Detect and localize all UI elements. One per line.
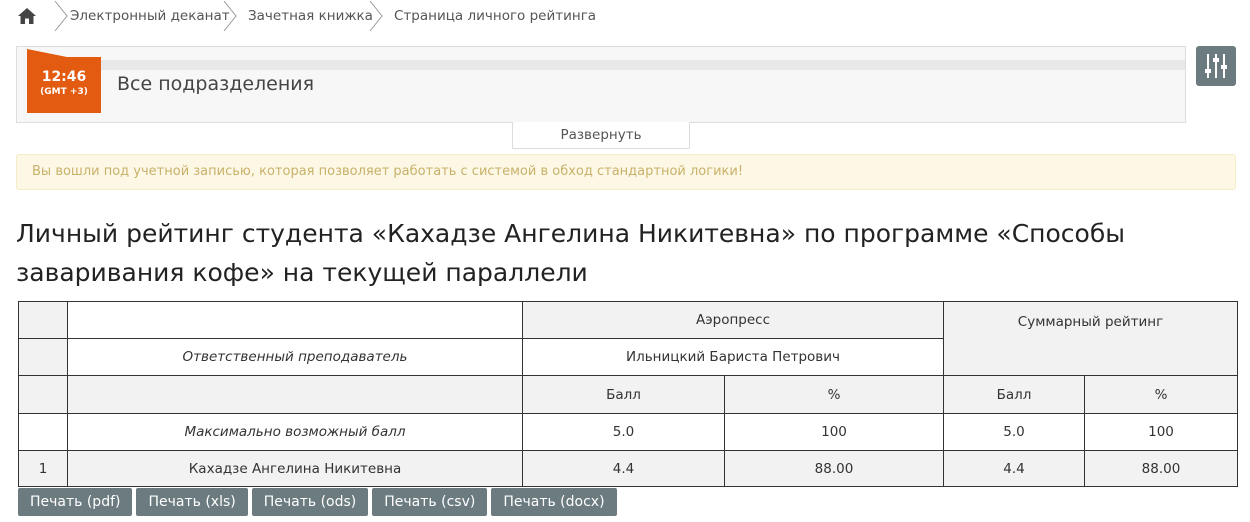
clock-badge: 12:46 (GMT +3) <box>27 49 101 113</box>
expand-button[interactable]: Развернуть <box>512 122 690 149</box>
breadcrumb-item-record-book[interactable]: Зачетная книжка <box>248 0 373 32</box>
print-ods-button[interactable]: Печать (ods) <box>251 488 369 516</box>
home-icon[interactable] <box>16 6 38 26</box>
teacher-name: Ильницкий Бариста Петрович <box>522 338 944 376</box>
breadcrumb-item-dean-office[interactable]: Электронный деканат <box>70 0 230 32</box>
table-corner-cell <box>18 301 68 339</box>
row-number: 1 <box>18 450 68 487</box>
table-empty-cell <box>18 338 68 376</box>
print-csv-button[interactable]: Печать (csv) <box>372 488 488 516</box>
print-xls-button[interactable]: Печать (xls) <box>136 488 248 516</box>
chevron-right-icon <box>54 0 68 32</box>
panel-title: Все подразделения <box>117 73 315 95</box>
clock-timezone: (GMT +3) <box>40 87 88 97</box>
student-name: Кахадзе Ангелина Никитевна <box>67 450 523 487</box>
col-score-header: Балл <box>522 375 725 414</box>
sliders-icon <box>1205 54 1227 78</box>
max-score: 5.0 <box>522 413 725 451</box>
max-total-percent: 100 <box>1084 413 1238 451</box>
breadcrumb-item-current: Страница личного рейтинга <box>394 8 597 24</box>
table-row: 1 Кахадзе Ангелина Никитевна 4.4 88.00 4… <box>18 450 1238 487</box>
student-total-score: 4.4 <box>943 450 1085 487</box>
total-rating-header: Суммарный рейтинг <box>943 301 1238 376</box>
table-empty-cell <box>18 413 68 451</box>
max-percent: 100 <box>724 413 944 451</box>
warning-alert: Вы вошли под учетной записью, которая по… <box>16 154 1236 190</box>
student-score: 4.4 <box>522 450 725 487</box>
print-docx-button[interactable]: Печать (docx) <box>491 488 617 516</box>
table-empty-cell <box>67 375 523 414</box>
col-total-percent-header: % <box>1084 375 1238 414</box>
panel-stripe <box>77 60 1185 70</box>
student-percent: 88.00 <box>724 450 944 487</box>
subject-header: Аэропресс <box>522 301 944 339</box>
col-total-score-header: Балл <box>943 375 1085 414</box>
teacher-label: Ответственный преподаватель <box>67 338 523 376</box>
table-empty-cell <box>18 375 68 414</box>
page-title: Личный рейтинг студента «Кахадзе Ангелин… <box>16 219 1125 287</box>
col-percent-header: % <box>724 375 944 414</box>
chevron-right-icon <box>223 0 237 32</box>
print-buttons: Печать (pdf) Печать (xls) Печать (ods) П… <box>18 488 617 516</box>
rating-table: Аэропресс Суммарный рейтинг Ответственны… <box>18 301 1238 487</box>
table-empty-cell <box>67 301 523 339</box>
table-row: Максимально возможный балл 5.0 100 5.0 1… <box>18 413 1238 451</box>
header-panel: 12:46 (GMT +3) Все подразделения <box>16 46 1186 123</box>
clock-time: 12:46 <box>41 69 87 85</box>
chevron-right-icon <box>369 0 383 32</box>
print-pdf-button[interactable]: Печать (pdf) <box>18 488 133 516</box>
max-total-score: 5.0 <box>943 413 1085 451</box>
max-score-label: Максимально возможный балл <box>67 413 523 451</box>
student-total-percent: 88.00 <box>1084 450 1238 487</box>
settings-button[interactable] <box>1196 46 1236 86</box>
